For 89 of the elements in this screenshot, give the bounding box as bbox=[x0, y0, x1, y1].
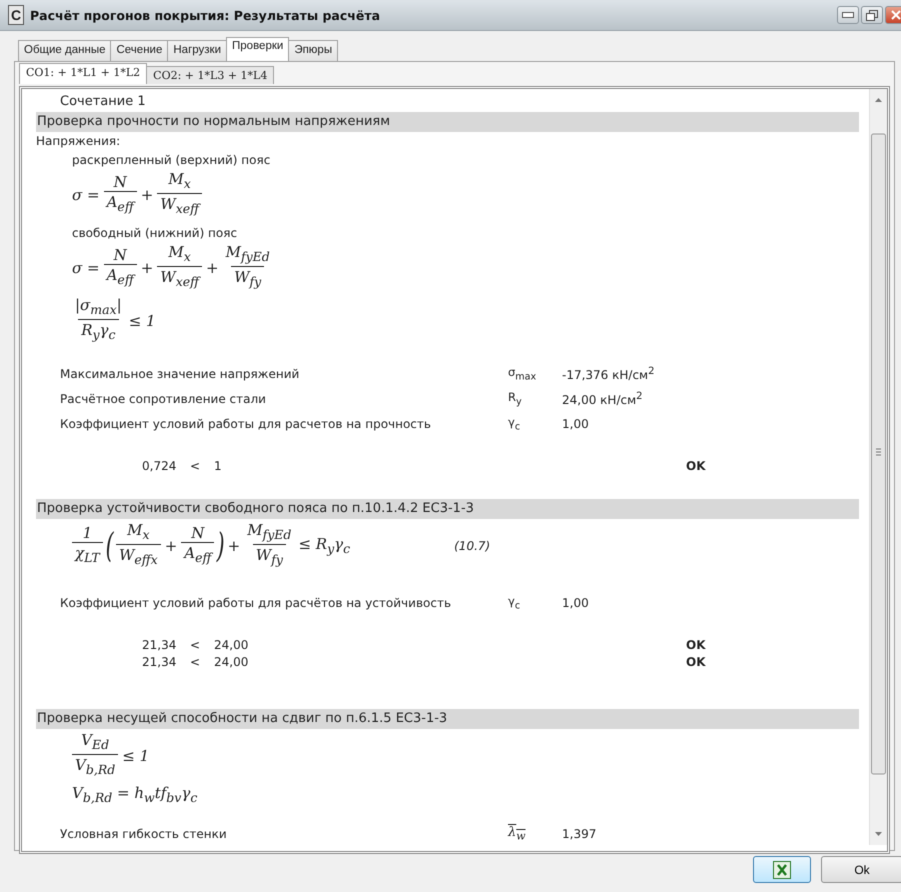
parameter-value: 24,00 кН/см$^{2}$ bbox=[562, 390, 644, 406]
formula-denominator: A$_{eff}$ bbox=[104, 264, 137, 290]
text-label: раскрепленный (верхний) пояс bbox=[71, 152, 272, 168]
formula-denominator: W$_{fy}$ bbox=[231, 266, 264, 292]
formula-denominator: V$_{b,Rd}$ bbox=[72, 754, 118, 780]
limit-value: 24,00 bbox=[214, 654, 250, 671]
restore-icon bbox=[866, 10, 878, 20]
formula-numerator: V$_{Ed}$ bbox=[80, 731, 110, 754]
vertical-scrollbar[interactable] bbox=[869, 89, 887, 845]
combination-caption: Сочетание 1 bbox=[59, 93, 147, 111]
limit-value: 1 bbox=[214, 458, 223, 475]
parameter-label: Расчётное сопротивление стали bbox=[60, 392, 267, 406]
parameter-value: 1,397 bbox=[562, 826, 598, 840]
formula-text: + bbox=[206, 258, 219, 276]
limit-value: 24,00 bbox=[214, 637, 250, 654]
text-label: свободный (нижний) пояс bbox=[71, 225, 238, 241]
section-header: Проверка прочности по нормальным напряжениям bbox=[36, 112, 859, 132]
parameter-value: -17,376 кН/см$^{2}$ bbox=[562, 366, 656, 382]
parameter-label: Условная гибкость стенки bbox=[60, 826, 228, 840]
tab[interactable]: Общие данные bbox=[18, 40, 112, 61]
formula-numerator: N bbox=[112, 246, 128, 264]
formula-numerator: M$_{fyEd}$ bbox=[224, 243, 271, 266]
section-header: Проверка несущей способности на сдвиг по п.6.1.5 EC3-1-3 bbox=[36, 709, 859, 729]
formula-numerator: N bbox=[190, 524, 206, 542]
formula-numerator: M$_{x}$ bbox=[126, 521, 151, 544]
parameter-symbol: σ$_{max}$ bbox=[508, 364, 538, 382]
parameter-label: Коэффициент условий работы для расчетов на прочность bbox=[60, 416, 432, 430]
ok-button[interactable]: Ok bbox=[821, 856, 901, 883]
formula-numerator: N bbox=[112, 172, 128, 190]
combination-tab[interactable]: СО2: + 1*L3 + 1*L4 bbox=[146, 66, 274, 84]
formula-text: ≤ 1 bbox=[128, 312, 156, 330]
close-icon bbox=[891, 10, 901, 20]
text-label: Напряжения: bbox=[36, 133, 122, 150]
tab[interactable]: Сечение bbox=[110, 40, 168, 61]
formula-text: σ = bbox=[72, 258, 100, 276]
close-button[interactable] bbox=[885, 6, 901, 24]
check-status: OK bbox=[686, 654, 707, 671]
parameter-symbol: γ$_{c}$ bbox=[508, 594, 522, 612]
formula-text: σ = bbox=[72, 186, 100, 204]
restore-button[interactable] bbox=[861, 6, 883, 24]
parameter-symbol: λ$_{w}$ bbox=[508, 824, 527, 842]
app-icon: C bbox=[8, 5, 24, 25]
formula-numerator: |σ$_{max}$| bbox=[74, 296, 123, 319]
combination-tab[interactable]: СО1: + 1*L1 + 1*L2 bbox=[19, 63, 148, 84]
minimize-icon bbox=[842, 12, 854, 18]
formula-text: + bbox=[140, 258, 154, 276]
formula-denominator: W$_{effx}$ bbox=[116, 544, 161, 570]
formula-denominator: R$_{y}$γ$_{c}$ bbox=[78, 319, 119, 345]
parameter-label: Максимальное значение напряжений bbox=[60, 366, 300, 380]
parameter-symbol: R$_{y}$ bbox=[508, 390, 523, 408]
check-status: OK bbox=[686, 458, 707, 475]
formula-denominator: W$_{xeff}$ bbox=[157, 266, 202, 292]
comparison-sign: < bbox=[190, 637, 202, 654]
equation-number: (10.7) bbox=[454, 538, 490, 552]
parameter-symbol: γ$_{c}$ bbox=[508, 414, 522, 432]
formula-text: + bbox=[228, 536, 240, 554]
tab[interactable]: Проверки bbox=[226, 37, 290, 61]
result-value: 0,724 bbox=[142, 458, 178, 475]
formula-text: ≤ R$_{y}$γ$_{c}$ bbox=[298, 535, 350, 556]
result-value: 21,34 bbox=[142, 637, 178, 654]
formula-text: ≤ 1 bbox=[122, 746, 150, 764]
formula-text: V$_{b,Rd}$ = h$_{w}$tf$_{bv}$γ$_{c}$ bbox=[72, 784, 198, 805]
parameter-label: Коэффициент условий работы для расчётов на устойчивость bbox=[60, 596, 452, 610]
tab[interactable]: Эпюры bbox=[288, 40, 338, 61]
comparison-sign: < bbox=[190, 458, 202, 475]
formula-numerator: M$_{fyEd}$ bbox=[246, 521, 292, 544]
parameter-value: 1,00 bbox=[562, 416, 590, 430]
check-status: OK bbox=[686, 637, 707, 654]
formula-denominator: W$_{xeff}$ bbox=[157, 193, 202, 219]
formula-text: + bbox=[164, 536, 178, 554]
export-button[interactable] bbox=[753, 856, 811, 883]
tab[interactable]: Нагрузки bbox=[167, 40, 228, 61]
formula-denominator: W$_{fy}$ bbox=[252, 544, 286, 570]
spreadsheet-icon bbox=[773, 860, 791, 878]
formula-numerator: M$_{x}$ bbox=[167, 243, 192, 266]
formula-denominator: A$_{eff}$ bbox=[104, 190, 137, 216]
formula-numerator: 1 bbox=[82, 524, 94, 542]
formula-denominator: A$_{eff}$ bbox=[181, 542, 214, 568]
formula-parenthesis: ( bbox=[105, 528, 114, 562]
result-value: 21,34 bbox=[142, 654, 178, 671]
formula-denominator: χ$_{LT}$ bbox=[72, 542, 103, 568]
parameter-value: 1,00 bbox=[562, 596, 590, 610]
formula-text: + bbox=[140, 186, 154, 204]
section-header: Проверка устойчивости свободного пояса по п.10.1.4.2 EC3-1-3 bbox=[36, 499, 859, 519]
formula-parenthesis: ) bbox=[217, 528, 226, 562]
formula-numerator: M$_{x}$ bbox=[167, 170, 192, 193]
window-title: Расчёт прогонов покрытия: Результаты расчёта bbox=[30, 8, 381, 22]
comparison-sign: < bbox=[190, 654, 202, 671]
minimize-button[interactable] bbox=[837, 6, 859, 24]
